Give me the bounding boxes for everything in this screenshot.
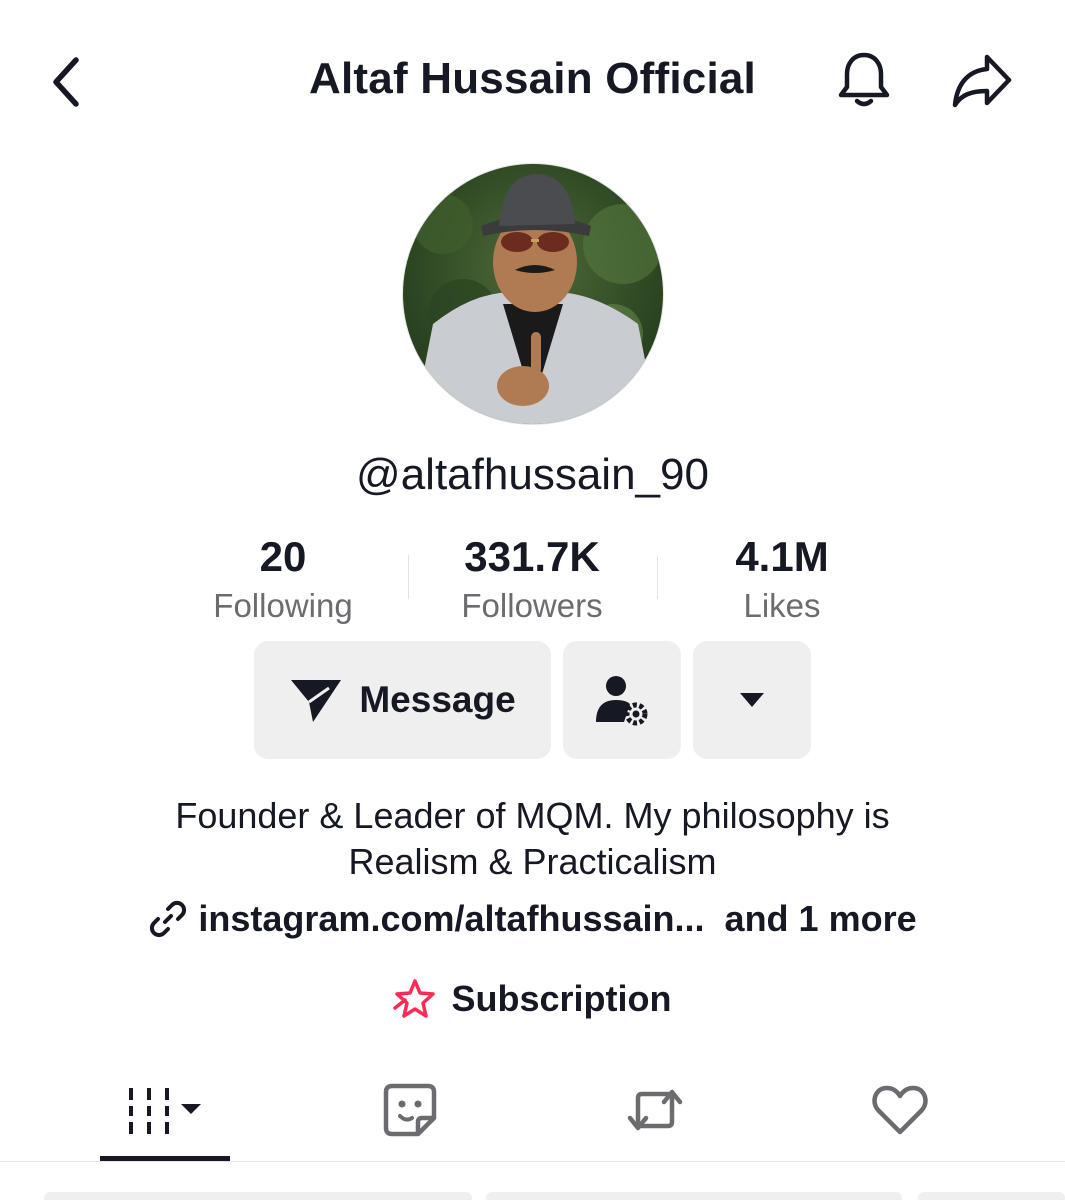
stat-label: Followers <box>461 587 603 624</box>
stat-value: 331.7K <box>464 533 600 580</box>
bio-text: Founder & Leader of MQM. My philosophy i… <box>175 795 890 882</box>
link-icon <box>150 900 187 938</box>
stat-value: 4.1M <box>735 533 829 580</box>
video-thumbnail[interactable] <box>918 1192 1065 1200</box>
tab-videos[interactable] <box>100 1060 230 1160</box>
more-links[interactable]: and 1 more <box>725 898 917 940</box>
paper-plane-icon <box>291 680 342 722</box>
tab-reposts[interactable] <box>595 1060 715 1160</box>
content-tabs <box>0 1060 1065 1164</box>
bell-icon <box>838 52 890 107</box>
username: @altafhussain_90 <box>356 450 709 499</box>
user-gear-icon <box>596 676 648 726</box>
tabs-divider <box>0 1161 1065 1162</box>
stat-label: Following <box>213 587 353 624</box>
share-arrow-icon <box>952 54 1012 108</box>
message-label: Message <box>359 679 516 720</box>
avatar-photo <box>403 164 663 424</box>
star-icon <box>393 979 436 1018</box>
avatar[interactable] <box>402 163 664 425</box>
grid-icon <box>129 1088 201 1134</box>
stat-following[interactable]: 20 Following <box>158 532 408 628</box>
subscription-button[interactable]: Subscription <box>0 978 1065 1020</box>
tab-stickers[interactable] <box>350 1060 470 1160</box>
message-button[interactable]: Message <box>254 641 551 759</box>
bio-link[interactable]: instagram.com/altafhussain... <box>148 898 705 940</box>
link-text: instagram.com/altafhussain... <box>198 898 705 939</box>
links-row: instagram.com/altafhussain... and 1 more <box>0 898 1065 940</box>
video-thumbnail[interactable] <box>486 1192 902 1200</box>
stat-value: 20 <box>259 533 307 580</box>
caret-down-icon <box>740 693 764 707</box>
top-bar: Altaf Hussain Official <box>0 30 1065 134</box>
heart-icon <box>872 1085 928 1135</box>
share-button[interactable] <box>950 48 1014 112</box>
stat-likes[interactable]: 4.1M Likes <box>657 532 907 628</box>
page-title: Altaf Hussain Official <box>309 54 756 103</box>
video-thumbnail[interactable] <box>44 1192 472 1200</box>
stat-followers[interactable]: 331.7K Followers <box>407 532 657 628</box>
subscription-label: Subscription <box>451 978 672 1019</box>
stat-label: Likes <box>743 587 821 624</box>
sticker-face-icon <box>383 1083 437 1137</box>
profile-page: Altaf Hussain Official @altafhussain_90 … <box>0 0 1065 1200</box>
tab-liked[interactable] <box>840 1060 960 1160</box>
more-options-button[interactable] <box>693 641 811 759</box>
friend-settings-button[interactable] <box>563 641 681 759</box>
notifications-button[interactable] <box>832 48 896 112</box>
repost-icon <box>627 1089 683 1131</box>
